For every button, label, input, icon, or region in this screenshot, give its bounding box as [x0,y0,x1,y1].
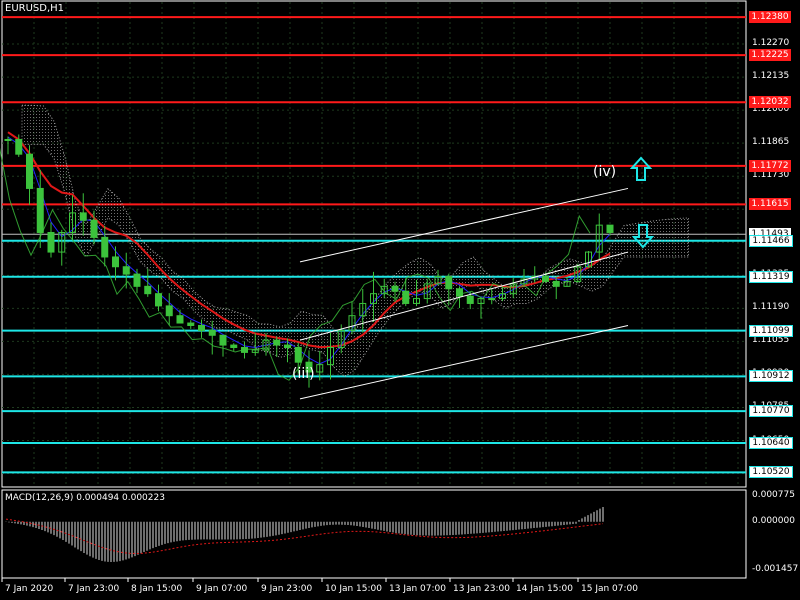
time-tick-label: 13 Jan 23:00 [453,584,510,594]
time-tick-label: 10 Jan 15:00 [325,584,382,594]
price-tick-label: 1.12135 [752,71,790,82]
main-chart[interactable] [0,0,800,600]
macd-title: MACD(12,26,9) 0.000494 0.000223 [5,493,165,503]
macd-tick-label: -0.001457 [752,564,799,574]
candle-body [36,187,44,233]
candle-body [165,305,173,317]
candle-body [466,295,474,304]
price-tick-label: 1.12270 [752,38,790,49]
price-tick-label: 1.11865 [752,137,790,148]
support-price-tag: 1.10912 [749,370,793,383]
time-tick-label: 7 Jan 23:00 [68,584,120,594]
resistance-price-tag: 1.12380 [749,11,791,24]
candle-body [391,285,399,292]
candle-body [284,344,291,349]
candle-body [79,212,87,221]
arrow-up-icon [630,156,652,181]
candle-body [47,231,55,253]
candle-body [15,138,23,155]
candle-body [273,339,281,346]
candle-body [402,290,410,304]
arrow-down-icon [632,224,654,249]
wave-label-iii: (iii) [292,366,315,382]
candle-body [552,280,560,287]
time-tick-label: 15 Jan 07:00 [581,584,638,594]
macd-tick-label: 0.000000 [752,515,795,526]
chart-window[interactable]: EURUSD,H1 MACD(12,26,9) 0.000494 0.00022… [0,0,800,600]
candle-body [4,138,12,141]
candle-body [606,224,614,233]
resistance-price-tag: 1.12225 [749,49,791,62]
candle-body [133,273,141,287]
candle-body [488,298,496,301]
candle-body [122,266,130,275]
time-tick-label: 13 Jan 07:00 [389,584,446,594]
candle-body [208,329,216,336]
channel-upper-line [299,187,629,263]
resistance-price-tag: 1.11615 [749,198,791,211]
candle-body [294,347,302,363]
candle-body [542,276,549,282]
candle-body [456,288,463,297]
time-tick-label: 9 Jan 07:00 [196,584,248,594]
candle-body [26,153,33,189]
candle-body [155,293,162,307]
candle-body [176,315,184,324]
candle-body [187,322,195,326]
support-price-tag: 1.11099 [749,324,793,337]
time-tick-label: 7 Jan 2020 [5,584,54,594]
support-price-tag: 1.11319 [749,270,793,283]
candle-body [219,334,227,346]
candle-body [90,219,98,238]
time-tick-label: 8 Jan 15:00 [131,584,183,594]
price-tick-label: 1.11190 [752,302,790,313]
wave-label-iv: (iv) [593,164,617,180]
candle-body [112,256,119,268]
support-price-tag: 1.11466 [749,234,793,247]
candle-body [101,236,109,258]
resistance-price-tag: 1.11772 [749,159,791,172]
symbol-title: EURUSD,H1 [5,3,65,14]
support-price-tag: 1.10520 [749,466,793,479]
macd-tick-label: 0.000775 [752,490,795,500]
candle-body [241,347,248,353]
candle-body [198,324,205,331]
support-price-tag: 1.10770 [749,405,793,418]
resistance-price-tag: 1.12032 [749,96,791,109]
time-tick-label: 14 Jan 15:00 [516,584,573,594]
price-tick-label: 1.11055 [752,335,790,346]
support-price-tag: 1.10640 [749,436,793,449]
candle-body [144,285,152,295]
candle-body [230,344,238,349]
candle-body [445,276,453,290]
time-tick-label: 9 Jan 23:00 [261,584,313,594]
